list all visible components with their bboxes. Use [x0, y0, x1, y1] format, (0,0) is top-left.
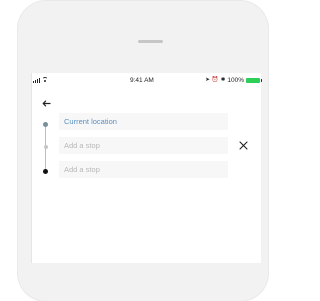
- stop-1-placeholder: Add a stop: [64, 141, 100, 150]
- battery-icon: [246, 78, 262, 83]
- alarm-icon: ⏰: [211, 76, 219, 83]
- status-time: 9:41 AM: [130, 77, 154, 84]
- stop-2-field[interactable]: Add a stop: [59, 161, 228, 178]
- current-location-label: Current location: [64, 117, 117, 126]
- wifi-icon: [42, 77, 49, 83]
- stop-1-field[interactable]: Add a stop: [59, 137, 228, 154]
- status-bar: 9:41 AM ➤ ⏰ ✱ 100%: [32, 73, 262, 89]
- location-arrow-icon: ➤: [205, 76, 210, 83]
- close-icon[interactable]: [237, 139, 249, 151]
- status-left-group: [33, 77, 49, 83]
- stop-2-dot: [43, 169, 48, 174]
- battery-percent: 100%: [227, 77, 244, 84]
- stop-1-dot: [43, 145, 48, 149]
- back-arrow-icon[interactable]: [39, 96, 53, 110]
- bluetooth-icon: ✱: [220, 76, 226, 83]
- signal-bars-icon: [33, 77, 40, 83]
- status-right-group: ➤ ⏰ ✱ 100%: [205, 76, 262, 84]
- current-location-dot: [43, 122, 48, 127]
- current-location-field[interactable]: Current location: [59, 113, 228, 130]
- speaker-grill: [138, 40, 163, 43]
- stop-2-placeholder: Add a stop: [64, 165, 100, 174]
- device-screen: 9:41 AM ➤ ⏰ ✱ 100% Current location Add …: [31, 73, 262, 263]
